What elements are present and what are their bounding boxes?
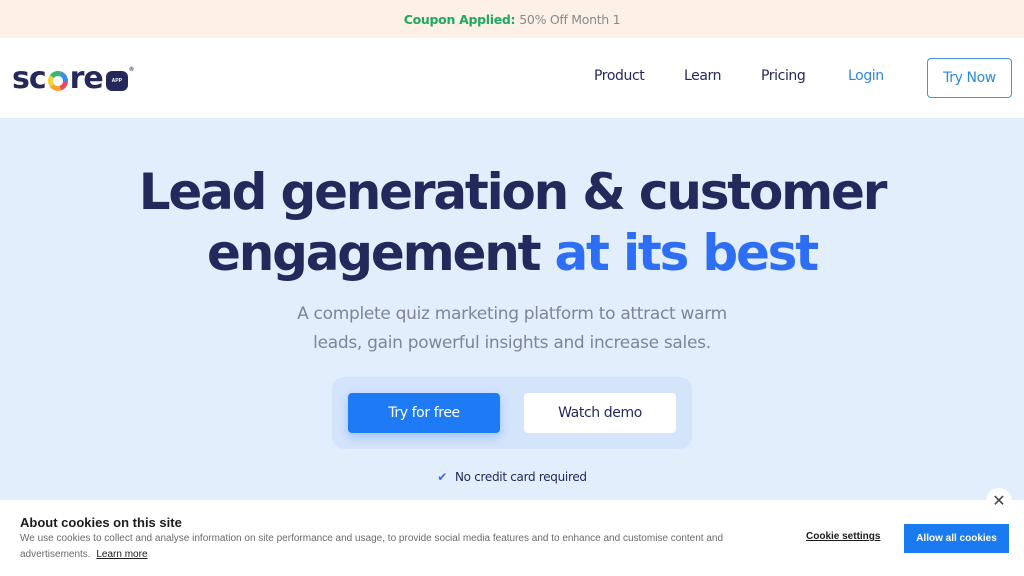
check-icon: ✔ xyxy=(437,470,447,484)
coupon-bar: Coupon Applied: 50% Off Month 1 xyxy=(0,0,1024,38)
allow-all-cookies-button[interactable]: Allow all cookies xyxy=(904,524,1009,553)
nav-link-learn[interactable]: Learn xyxy=(684,68,722,84)
learn-more-link[interactable]: Learn more xyxy=(96,549,147,560)
coupon-label: Coupon Applied: xyxy=(403,11,516,27)
hero-title: Lead generation & customer engagement at… xyxy=(0,162,1024,284)
cookie-settings-link[interactable]: Cookie settings xyxy=(806,531,880,542)
cookie-banner-text: We use cookies to collect and analyse in… xyxy=(20,531,780,563)
no-credit-card-note: ✔ No credit card required xyxy=(0,470,1024,484)
coupon-value: 50% Off Month 1 xyxy=(519,11,621,27)
hero-section: Lead generation & customer engagement at… xyxy=(0,118,1024,500)
cta-panel: Try for free Watch demo xyxy=(332,377,692,449)
navbar: sc re APP ® Product Learn Pricing Login … xyxy=(0,38,1024,118)
close-icon[interactable]: ✕ xyxy=(986,488,1012,514)
hero-subtitle-line1: A complete quiz marketing platform to at… xyxy=(297,304,727,324)
hero-title-line2: engagement xyxy=(207,224,555,282)
cookie-banner-title: About cookies on this site xyxy=(20,515,182,530)
nav-link-login[interactable]: Login xyxy=(848,68,884,84)
nav-link-product[interactable]: Product xyxy=(594,68,645,84)
try-now-button[interactable]: Try Now xyxy=(927,58,1012,98)
no-credit-card-text: No credit card required xyxy=(455,470,587,484)
hero-title-highlight: at its best xyxy=(554,224,820,282)
cookie-banner: About cookies on this site We use cookie… xyxy=(0,500,1024,576)
nav-links: Product Learn Pricing Login Try Now xyxy=(0,38,1024,118)
hero-subtitle-line2: leads, gain powerful insights and increa… xyxy=(313,333,711,353)
nav-link-pricing[interactable]: Pricing xyxy=(761,68,806,84)
try-for-free-button[interactable]: Try for free xyxy=(348,393,500,433)
hero-subtitle: A complete quiz marketing platform to at… xyxy=(0,300,1024,358)
watch-demo-button[interactable]: Watch demo xyxy=(524,393,676,433)
hero-title-line1: Lead generation & customer xyxy=(138,163,888,221)
